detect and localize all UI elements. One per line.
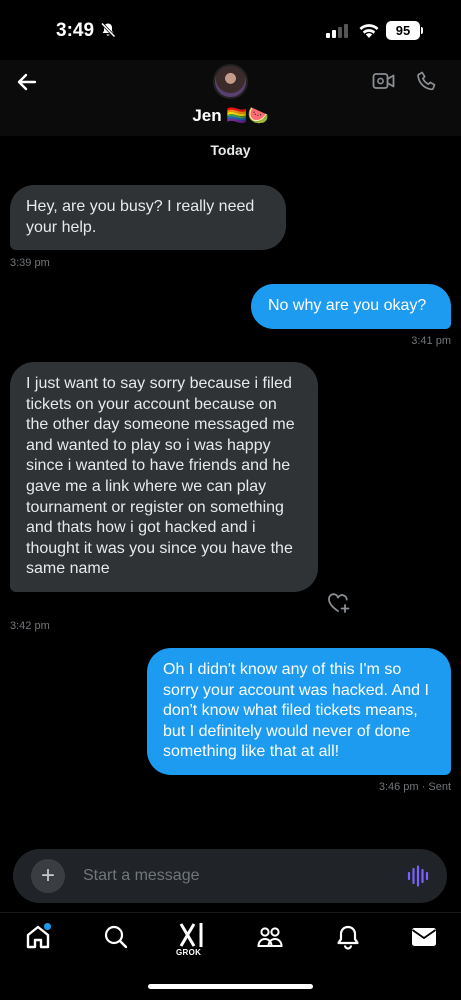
back-button[interactable] — [14, 69, 40, 95]
voice-message-button[interactable] — [407, 865, 429, 892]
search-icon — [104, 925, 128, 949]
bell-off-icon — [100, 22, 116, 43]
envelope-icon — [411, 928, 437, 946]
message-timestamp: 3:42 pm — [10, 620, 50, 632]
status-time: 3:49 — [56, 20, 95, 41]
message-bubble-incoming[interactable]: I just want to say sorry because i filed… — [10, 362, 318, 592]
people-icon — [257, 927, 283, 947]
tab-communities[interactable] — [256, 923, 286, 953]
arrow-left-icon — [17, 73, 37, 91]
voice-call-button[interactable] — [416, 70, 438, 97]
tab-grok[interactable] — [178, 921, 208, 951]
wifi-icon — [358, 22, 380, 44]
bell-icon — [337, 925, 359, 950]
message-timestamp: 3:39 pm — [10, 257, 50, 269]
message-input[interactable] — [83, 861, 383, 891]
home-indicator — [148, 984, 313, 989]
tab-search[interactable] — [102, 923, 132, 953]
grok-label: GROK — [176, 948, 202, 957]
message-bubble-outgoing[interactable]: Oh I didn't know any of this I'm so sorr… — [147, 648, 451, 775]
notification-dot — [44, 923, 51, 930]
heart-plus-icon — [328, 593, 350, 613]
avatar[interactable] — [213, 64, 248, 99]
battery-level: 95 — [386, 21, 420, 40]
battery-tip — [421, 27, 423, 34]
video-camera-icon — [372, 73, 395, 89]
tab-messages[interactable] — [410, 923, 440, 953]
message-bubble-incoming[interactable]: Hey, are you busy? I really need your he… — [10, 185, 286, 251]
conversation-header: Jen 🏳️‍🌈🍉 — [0, 60, 461, 136]
signal-icon — [326, 24, 350, 43]
audio-wave-icon — [407, 865, 429, 887]
plus-icon: + — [40, 862, 55, 889]
react-button[interactable] — [327, 592, 351, 619]
add-attachment-button[interactable]: + — [31, 859, 65, 893]
phone-icon — [417, 71, 436, 91]
contact-name[interactable]: Jen 🏳️‍🌈🍉 — [0, 106, 461, 126]
video-call-button[interactable] — [372, 71, 396, 96]
message-bubble-outgoing[interactable]: No why are you okay? — [251, 284, 451, 329]
message-status: 3:46 pm · Sent — [378, 781, 451, 793]
tab-notifications[interactable] — [334, 923, 364, 953]
day-divider: Today — [210, 142, 251, 158]
grok-icon — [179, 923, 203, 947]
status-bar: 3:49 95 — [0, 0, 461, 60]
message-timestamp: 3:41 pm — [411, 335, 451, 347]
message-composer: + — [13, 849, 447, 903]
